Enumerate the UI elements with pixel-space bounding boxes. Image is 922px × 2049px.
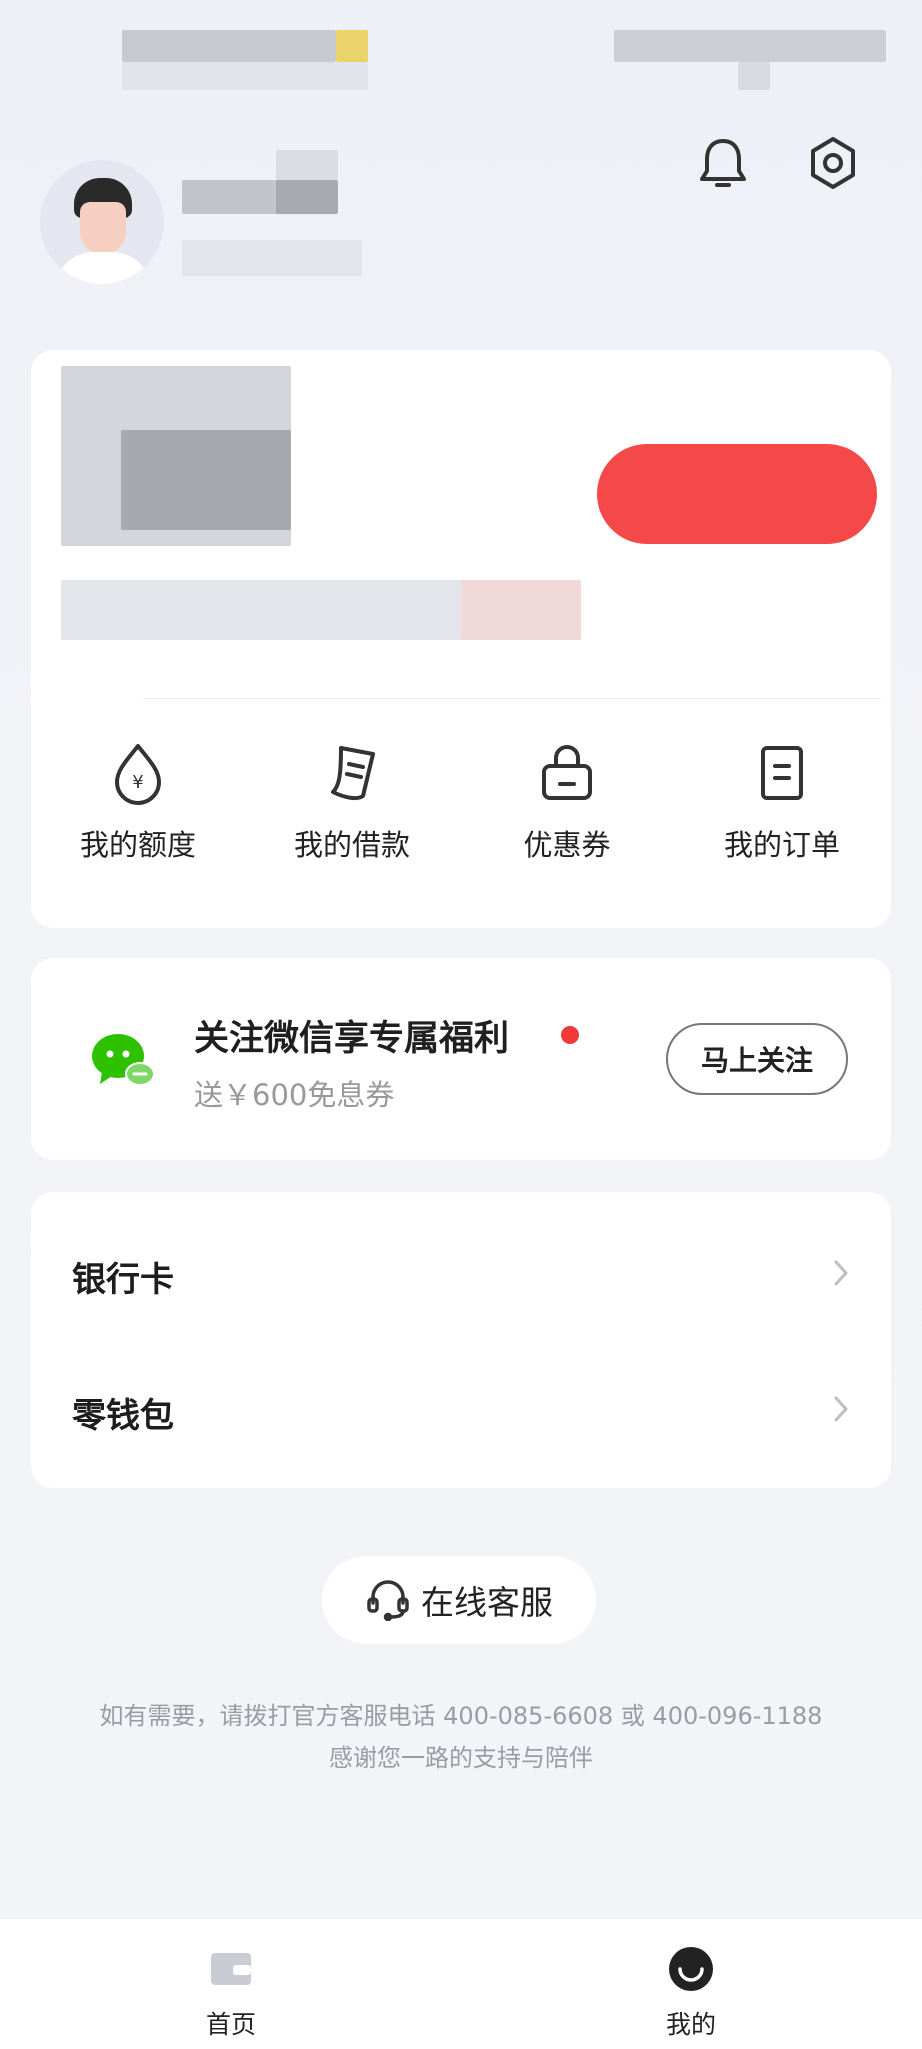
- tab-home[interactable]: 首页: [151, 1945, 311, 2041]
- wallet-icon: [211, 1953, 251, 1985]
- tab-profile-label: 我的: [665, 2010, 716, 2039]
- quick-action-orders[interactable]: 我的订单: [692, 740, 872, 864]
- quick-action-coupons-label: 优惠券: [523, 828, 611, 862]
- status-blur-shadow-2: [738, 62, 770, 90]
- quick-action-credit[interactable]: ¥ 我的额度: [48, 740, 228, 864]
- menu-item-wallet-label: 零钱包: [72, 1396, 174, 1436]
- wechat-icon: [90, 1030, 156, 1090]
- quick-action-loans-label: 我的借款: [293, 828, 410, 862]
- footer-thanks-text: 感谢您一路的支持与陪伴: [329, 1744, 593, 1772]
- follow-now-button[interactable]: 马上关注: [666, 1023, 848, 1095]
- borrow-button-blurred[interactable]: [597, 444, 877, 544]
- promo-dot-badge: [561, 1026, 579, 1044]
- menu-item-wallet[interactable]: 零钱包: [31, 1350, 891, 1470]
- status-time-blurred: [122, 30, 336, 62]
- svg-text:¥: ¥: [132, 772, 143, 793]
- avatar-body: [54, 252, 152, 284]
- status-icons-blurred: [614, 30, 886, 62]
- menu-item-bank-card-label: 银行卡: [72, 1260, 174, 1300]
- profile-smile-icon: [669, 1947, 713, 1991]
- online-service-button[interactable]: 在线客服: [322, 1556, 596, 1644]
- order-document-icon: [761, 746, 803, 800]
- settings-gear-icon[interactable]: [804, 134, 862, 192]
- quick-action-loans[interactable]: 我的借款: [262, 740, 442, 864]
- card-divider: [143, 698, 881, 699]
- loan-receipt-icon: [331, 746, 375, 801]
- chevron-right-icon: [834, 1396, 848, 1422]
- quick-action-coupons[interactable]: 优惠券: [477, 740, 657, 864]
- avatar-face: [80, 202, 126, 254]
- bottom-tab-bar: 首页 我的: [0, 1918, 922, 2049]
- notification-bell-icon[interactable]: [694, 134, 752, 192]
- quick-action-orders-label: 我的订单: [723, 828, 840, 862]
- coupon-bag-icon: [542, 745, 592, 800]
- wechat-promo-title: 关注微信享专属福利: [194, 1019, 510, 1059]
- tab-profile[interactable]: 我的: [611, 1945, 771, 2041]
- chevron-right-icon: [834, 1260, 848, 1286]
- footer-hotline-text: 如有需要，请拨打官方客服电话 400-085-6608 或 400-096-11…: [99, 1702, 823, 1730]
- headset-icon: [367, 1580, 409, 1621]
- menu-item-bank-card[interactable]: 银行卡: [31, 1214, 891, 1334]
- quick-action-credit-label: 我的额度: [79, 828, 196, 862]
- money-drop-icon: ¥: [115, 744, 161, 805]
- wechat-promo-subtitle: 送￥600免息券: [194, 1078, 395, 1112]
- status-indicator-blurred: [336, 30, 368, 62]
- tab-home-label: 首页: [205, 2010, 256, 2039]
- online-service-label: 在线客服: [421, 1583, 553, 1622]
- avatar[interactable]: [40, 160, 164, 284]
- status-blur-shadow: [122, 62, 368, 90]
